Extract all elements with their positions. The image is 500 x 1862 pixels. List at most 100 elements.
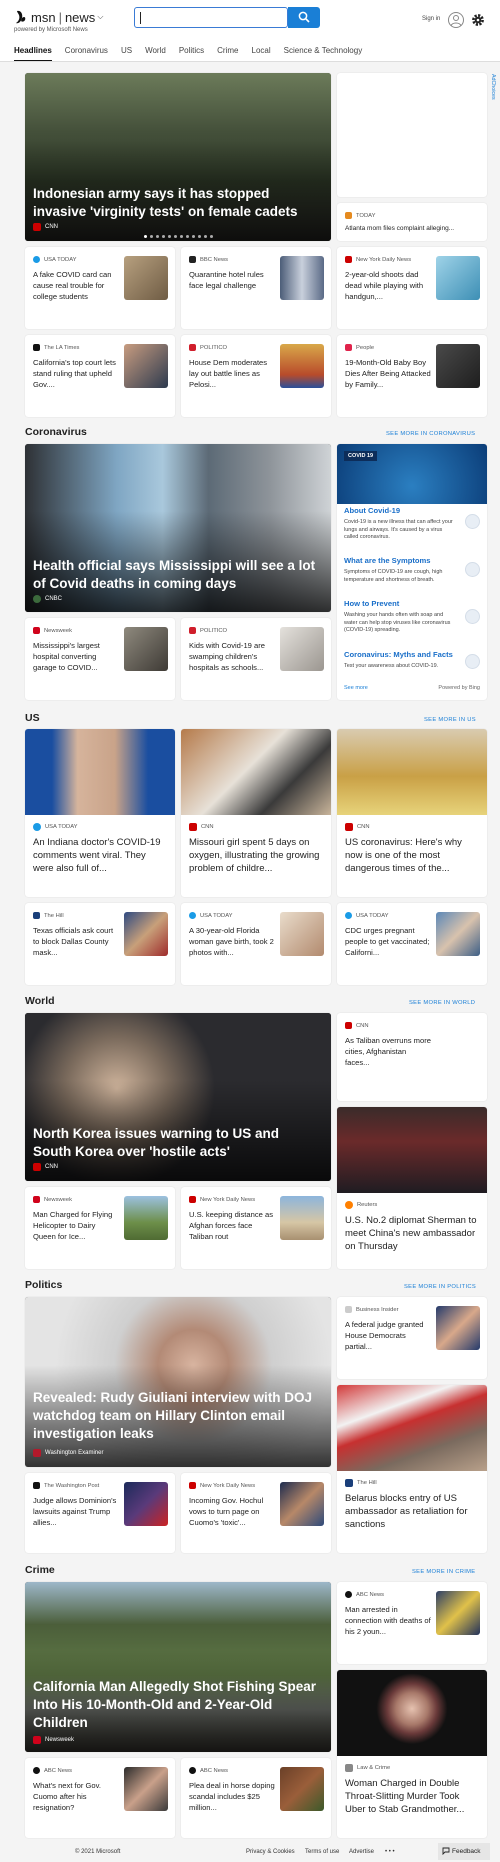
story-card-large[interactable]: USA TODAY An Indiana doctor's COVID-19 c…	[25, 729, 175, 897]
story-card-large[interactable]: Reuters U.S. No.2 diplomat Sherman to me…	[337, 1107, 487, 1269]
hero-title[interactable]: Indonesian army says it has stopped inva…	[33, 185, 321, 221]
story-title[interactable]: Atlanta mom files complaint alleging...	[345, 225, 454, 232]
story-title[interactable]: An Indiana doctor's COVID-19 comments we…	[33, 836, 167, 875]
more-options-icon[interactable]: • • •	[385, 1849, 395, 1855]
story-card[interactable]: USA TODAY A 30-year-old Florida woman ga…	[181, 903, 331, 985]
story-card[interactable]: Newsweek Man Charged for Flying Helicopt…	[25, 1187, 175, 1269]
story-title[interactable]: Judge allows Dominion's lawsuits against…	[33, 1495, 119, 1528]
carousel-dots[interactable]	[25, 235, 331, 238]
covid-item-title[interactable]: About Covid-19	[344, 506, 454, 515]
avatar-icon[interactable]	[448, 12, 464, 28]
story-card-large[interactable]: Law & Crime Woman Charged in Double Thro…	[337, 1670, 487, 1838]
story-card[interactable]: ABC News Plea deal in horse doping scand…	[181, 1758, 331, 1838]
story-title[interactable]: US coronavirus: Here's why now is one of…	[345, 836, 479, 875]
search-button[interactable]	[288, 7, 320, 28]
story-card[interactable]: ABC News Man arrested in connection with…	[337, 1582, 487, 1664]
msn-logo[interactable]: msn | news ⌵	[14, 9, 103, 25]
hero-title[interactable]: Health official says Mississippi will se…	[33, 557, 321, 593]
story-title[interactable]: California's top court lets stand ruling…	[33, 357, 119, 390]
side-story[interactable]: TODAY Atlanta mom files complaint allegi…	[337, 203, 487, 241]
story-title[interactable]: As Taliban overruns more cities, Afghani…	[345, 1035, 431, 1068]
story-card[interactable]: USA TODAY A fake COVID card can cause re…	[25, 247, 175, 329]
story-card[interactable]: USA TODAY CDC urges pregnant people to g…	[337, 903, 487, 985]
story-title[interactable]: A federal judge granted House Democrats …	[345, 1319, 431, 1352]
nav-local[interactable]: Local	[252, 46, 271, 62]
privacy-link[interactable]: Privacy & Cookies	[246, 1849, 295, 1855]
nav-coronavirus[interactable]: Coronavirus	[65, 46, 108, 62]
story-card[interactable]: New York Daily News U.S. keeping distanc…	[181, 1187, 331, 1269]
story-card[interactable]: New York Daily News Incoming Gov. Hochul…	[181, 1473, 331, 1553]
story-title[interactable]: CDC urges pregnant people to get vaccina…	[345, 925, 431, 958]
sign-in-link[interactable]: Sign in	[422, 16, 440, 22]
section-name[interactable]: news	[65, 10, 95, 25]
story-title[interactable]: Quarantine hotel rules face legal challe…	[189, 269, 275, 291]
story-title[interactable]: House Dem moderates lay out battle lines…	[189, 357, 275, 390]
covid-see-more-link[interactable]: See more	[344, 685, 368, 691]
covid-item[interactable]: How to Prevent Washing your hands often w…	[344, 599, 454, 635]
story-title[interactable]: Plea deal in horse doping scandal includ…	[189, 1780, 275, 1813]
see-more-politics[interactable]: SEE MORE IN POLITICS	[404, 1284, 476, 1290]
story-card[interactable]: New York Daily News 2-year-old shoots da…	[337, 247, 487, 329]
story-card-large[interactable]: CNN US coronavirus: Here's why now is on…	[337, 729, 487, 897]
hero-title[interactable]: North Korea issues warning to US and Sou…	[33, 1125, 321, 1161]
story-card-large[interactable]: The Hill Belarus blocks entry of US amba…	[337, 1385, 487, 1553]
story-card[interactable]: The Washington Post Judge allows Dominio…	[25, 1473, 175, 1553]
story-title[interactable]: Belarus blocks entry of US ambassador as…	[345, 1492, 479, 1531]
covid-item[interactable]: About Covid-19 Covid-19 is a new illness …	[344, 506, 454, 542]
story-card[interactable]: ABC News What's next for Gov. Cuomo afte…	[25, 1758, 175, 1838]
hero-story[interactable]: Indonesian army says it has stopped inva…	[25, 73, 331, 241]
nav-headlines[interactable]: Headlines	[14, 46, 52, 62]
story-title[interactable]: 19-Month-Old Baby Boy Dies After Being A…	[345, 357, 431, 390]
story-title[interactable]: U.S. No.2 diplomat Sherman to meet China…	[345, 1214, 479, 1253]
covid-item-title[interactable]: What are the Symptoms	[344, 556, 454, 565]
hero-story[interactable]: North Korea issues warning to US and Sou…	[25, 1013, 331, 1181]
story-card[interactable]: BBC News Quarantine hotel rules face leg…	[181, 247, 331, 329]
story-title[interactable]: Incoming Gov. Hochul vows to turn page o…	[189, 1495, 275, 1528]
ad-choices-label[interactable]: AdChoices	[490, 74, 496, 100]
story-title[interactable]: Man Charged for Flying Helicopter to Dai…	[33, 1209, 119, 1242]
story-card[interactable]: People 19-Month-Old Baby Boy Dies After …	[337, 335, 487, 417]
hero-title[interactable]: Revealed: Rudy Giuliani interview with D…	[33, 1389, 321, 1443]
nav-crime[interactable]: Crime	[217, 46, 238, 62]
story-title[interactable]: Missouri girl spent 5 days on oxygen, il…	[189, 836, 323, 875]
chevron-down-icon[interactable]: ⌵	[97, 12, 103, 22]
story-title[interactable]: A fake COVID card can cause real trouble…	[33, 269, 119, 302]
covid-item[interactable]: Coronavirus: Myths and Facts Test your aw…	[344, 650, 454, 671]
story-title[interactable]: 2-year-old shoots dad dead while playing…	[345, 269, 431, 302]
feedback-button[interactable]: Feedback	[438, 1843, 490, 1860]
story-title[interactable]: Woman Charged in Double Throat-Slitting …	[345, 1777, 479, 1816]
nav-us[interactable]: US	[121, 46, 132, 62]
covid-item[interactable]: What are the Symptoms Symptoms of COVID-1…	[344, 556, 454, 584]
story-title[interactable]: U.S. keeping distance as Afghan forces f…	[189, 1209, 275, 1242]
story-card[interactable]: CNN As Taliban overruns more cities, Afg…	[337, 1013, 487, 1101]
story-card[interactable]: The Hill Texas officials ask court to bl…	[25, 903, 175, 985]
story-card-large[interactable]: CNN Missouri girl spent 5 days on oxygen…	[181, 729, 331, 897]
gear-icon[interactable]	[471, 13, 485, 27]
ad-slot[interactable]	[337, 73, 487, 197]
story-card[interactable]: POLITICO House Dem moderates lay out bat…	[181, 335, 331, 417]
nav-science-technology[interactable]: Science & Technology	[284, 46, 363, 62]
hero-title[interactable]: California Man Allegedly Shot Fishing Sp…	[33, 1678, 321, 1732]
see-more-coronavirus[interactable]: SEE MORE IN CORONAVIRUS	[386, 431, 475, 437]
story-card[interactable]: POLITICO Kids with Covid-19 are swamping…	[181, 618, 331, 700]
story-card[interactable]: The LA Times California's top court lets…	[25, 335, 175, 417]
story-title[interactable]: What's next for Gov. Cuomo after his res…	[33, 1780, 119, 1813]
see-more-world[interactable]: SEE MORE IN WORLD	[409, 1000, 475, 1006]
hero-story[interactable]: Revealed: Rudy Giuliani interview with D…	[25, 1297, 331, 1467]
covid-item-title[interactable]: Coronavirus: Myths and Facts	[344, 650, 454, 659]
terms-link[interactable]: Terms of use	[305, 1849, 339, 1855]
story-card[interactable]: Business Insider A federal judge granted…	[337, 1297, 487, 1379]
story-title[interactable]: Texas officials ask court to block Dalla…	[33, 925, 119, 958]
story-title[interactable]: Kids with Covid-19 are swamping children…	[189, 640, 275, 673]
story-title[interactable]: A 30-year-old Florida woman gave birth, …	[189, 925, 275, 958]
advertise-link[interactable]: Advertise	[349, 1849, 374, 1855]
see-more-us[interactable]: SEE MORE IN US	[424, 717, 476, 723]
story-card[interactable]: Newsweek Mississippi's largest hospital …	[25, 618, 175, 700]
hero-story[interactable]: Health official says Mississippi will se…	[25, 444, 331, 612]
hero-story[interactable]: California Man Allegedly Shot Fishing Sp…	[25, 1582, 331, 1752]
story-title[interactable]: Man arrested in connection with deaths o…	[345, 1604, 431, 1637]
nav-world[interactable]: World	[145, 46, 166, 62]
see-more-crime[interactable]: SEE MORE IN CRIME	[412, 1569, 475, 1575]
covid-item-title[interactable]: How to Prevent	[344, 599, 454, 608]
search-input[interactable]	[134, 7, 288, 28]
